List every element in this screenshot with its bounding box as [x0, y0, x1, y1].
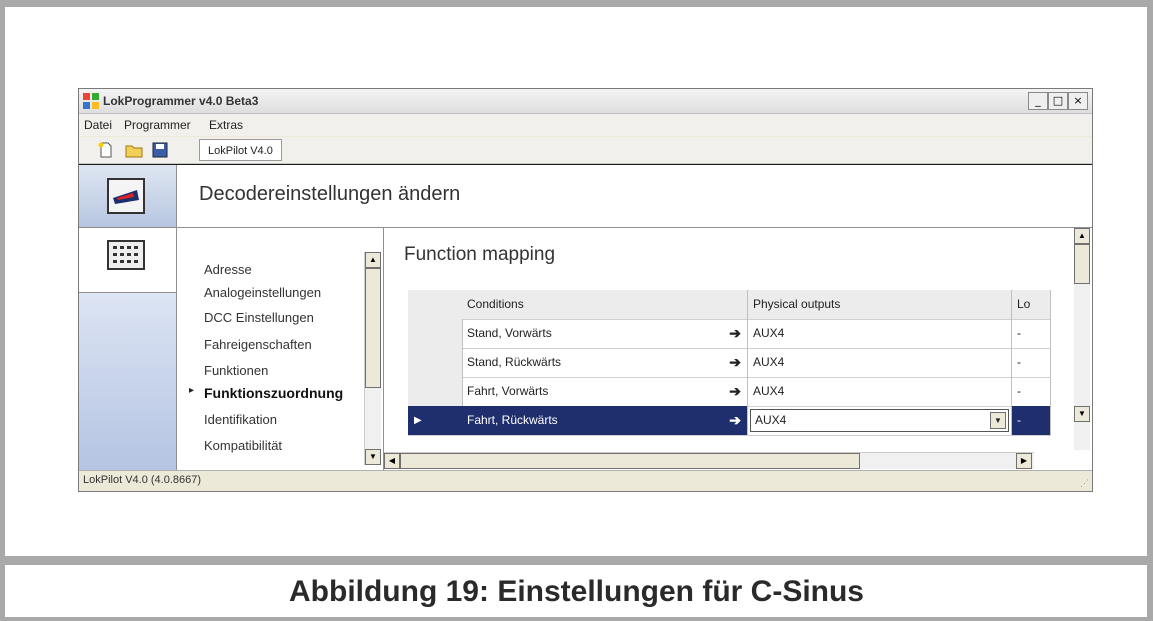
toolbar: LokPilot V4.0 — [79, 137, 1092, 164]
scroll-up-button[interactable]: ▲ — [1074, 228, 1090, 244]
title-bar: LokProgrammer v4.0 Beta3 _ □ × — [79, 89, 1092, 114]
lo-cell[interactable]: - — [1012, 348, 1051, 377]
dropdown-arrow-icon[interactable]: ▼ — [990, 412, 1006, 429]
function-mapping-pane: Function mapping Conditions Physical out… — [384, 228, 1092, 470]
table-row[interactable]: Stand, Vorwärts ➔ AUX4 - — [408, 319, 1051, 349]
header-icon-cell — [79, 165, 177, 227]
nav-item-fahreigenschaften[interactable]: Fahreigenschaften — [204, 337, 312, 352]
grid-vertical-scrollbar[interactable]: ▲ ▼ — [1074, 228, 1090, 450]
app-window: LokProgrammer v4.0 Beta3 _ □ × Datei Pro… — [78, 88, 1093, 492]
table-row[interactable]: Stand, Rückwärts ➔ AUX4 - — [408, 348, 1051, 378]
page-title: Decodereinstellungen ändern — [199, 183, 461, 205]
decoder-chip-icon — [107, 240, 145, 270]
row-header[interactable] — [408, 319, 463, 348]
nav-item-analogeinstellungen[interactable]: Analogeinstellungen — [204, 285, 321, 300]
menu-datei[interactable]: Datei — [84, 118, 112, 132]
grid-horizontal-scrollbar[interactable]: ◀ ▶ — [384, 452, 1034, 469]
condition-cell[interactable]: Stand, Rückwärts ➔ — [462, 348, 748, 377]
output-cell[interactable]: AUX4 — [748, 319, 1012, 348]
menu-programmer[interactable]: Programmer — [124, 118, 191, 132]
scroll-up-button[interactable]: ▲ — [365, 252, 381, 268]
row-header[interactable] — [408, 348, 463, 377]
nav-list: Adresse Analogeinstellungen DCC Einstell… — [177, 228, 384, 470]
function-mapping-grid: Conditions Physical outputs Lo Stand, Vo… — [408, 290, 1051, 436]
close-button[interactable]: × — [1068, 92, 1088, 110]
content-area: Decodereinstellungen ändern Adresse Anal… — [79, 164, 1092, 471]
lo-cell[interactable]: - — [1012, 319, 1051, 348]
nav-item-dcc-einstellungen[interactable]: DCC Einstellungen — [204, 310, 314, 325]
output-dropdown-cell[interactable]: AUX4 ▼ — [748, 406, 1012, 435]
arrow-right-icon: ➔ — [729, 412, 741, 428]
menu-bar: Datei Programmer Extras — [79, 114, 1092, 136]
row-header[interactable] — [408, 377, 463, 406]
nav-item-identifikation[interactable]: Identifikation — [204, 412, 277, 427]
nav-item-funktionszuordnung[interactable]: Funktionszuordnung — [204, 385, 343, 401]
arrow-right-icon: ➔ — [729, 354, 741, 370]
nav-item-funktionen[interactable]: Funktionen — [204, 363, 268, 378]
scroll-thumb[interactable] — [1074, 244, 1090, 284]
locomotive-icon — [107, 178, 145, 214]
current-item-arrow-icon: ▸ — [189, 385, 195, 396]
row-header[interactable]: ▶ — [408, 406, 463, 435]
output-dropdown[interactable]: AUX4 ▼ — [750, 409, 1009, 432]
condition-cell[interactable]: Fahrt, Rückwärts ➔ — [462, 406, 748, 435]
selected-row-indicator-icon: ▶ — [414, 415, 422, 426]
column-header-conditions[interactable]: Conditions — [462, 290, 748, 319]
side-strip — [79, 228, 177, 470]
scroll-down-button[interactable]: ▼ — [1074, 406, 1090, 422]
new-file-icon[interactable] — [97, 141, 115, 159]
chip-cell[interactable] — [79, 228, 176, 293]
figure-caption: Abbildung 19: Einstellungen für C-Sinus — [289, 575, 864, 608]
scroll-right-button[interactable]: ▶ — [1016, 453, 1032, 469]
column-header-lo[interactable]: Lo — [1012, 290, 1051, 319]
header-band: Decodereinstellungen ändern — [79, 165, 1092, 228]
nav-scrollbar[interactable]: ▲ ▼ — [364, 252, 381, 465]
table-row-selected[interactable]: ▶ Fahrt, Rückwärts ➔ AUX4 ▼ - — [408, 406, 1051, 436]
scroll-thumb[interactable] — [400, 453, 860, 469]
table-row[interactable]: Fahrt, Vorwärts ➔ AUX4 - — [408, 377, 1051, 407]
grid-header-row: Conditions Physical outputs Lo — [408, 290, 1051, 320]
open-folder-icon[interactable] — [125, 141, 143, 159]
menu-extras[interactable]: Extras — [209, 118, 243, 132]
maximize-button[interactable]: □ — [1048, 92, 1068, 110]
resize-grip-icon[interactable]: ⋰ — [1080, 478, 1089, 489]
condition-cell[interactable]: Stand, Vorwärts ➔ — [462, 319, 748, 348]
status-bar: LokPilot V4.0 (4.0.8667) ⋰ — [79, 470, 1092, 491]
arrow-right-icon: ➔ — [729, 383, 741, 399]
row-header-corner — [408, 290, 463, 319]
status-text: LokPilot V4.0 (4.0.8667) — [83, 474, 202, 486]
arrow-right-icon: ➔ — [729, 325, 741, 341]
section-title: Function mapping — [404, 244, 556, 265]
nav-item-adresse[interactable]: Adresse — [204, 262, 252, 277]
app-icon — [83, 93, 99, 109]
window-title: LokProgrammer v4.0 Beta3 — [103, 94, 259, 108]
condition-cell[interactable]: Fahrt, Vorwärts ➔ — [462, 377, 748, 406]
minimize-button[interactable]: _ — [1028, 92, 1048, 110]
column-header-physical-outputs[interactable]: Physical outputs — [748, 290, 1012, 319]
output-dropdown-value: AUX4 — [755, 413, 787, 427]
tab-lokpilot[interactable]: LokPilot V4.0 — [199, 139, 282, 161]
output-cell[interactable]: AUX4 — [748, 348, 1012, 377]
scroll-thumb[interactable] — [365, 268, 381, 388]
lo-cell[interactable]: - — [1012, 406, 1051, 435]
output-cell[interactable]: AUX4 — [748, 377, 1012, 406]
nav-item-kompatibilitaet[interactable]: Kompatibilität — [204, 438, 282, 453]
lo-cell[interactable]: - — [1012, 377, 1051, 406]
caption-divider — [5, 556, 1147, 565]
save-icon[interactable] — [151, 141, 169, 159]
scroll-left-button[interactable]: ◀ — [384, 453, 400, 469]
scroll-down-button[interactable]: ▼ — [365, 449, 381, 465]
